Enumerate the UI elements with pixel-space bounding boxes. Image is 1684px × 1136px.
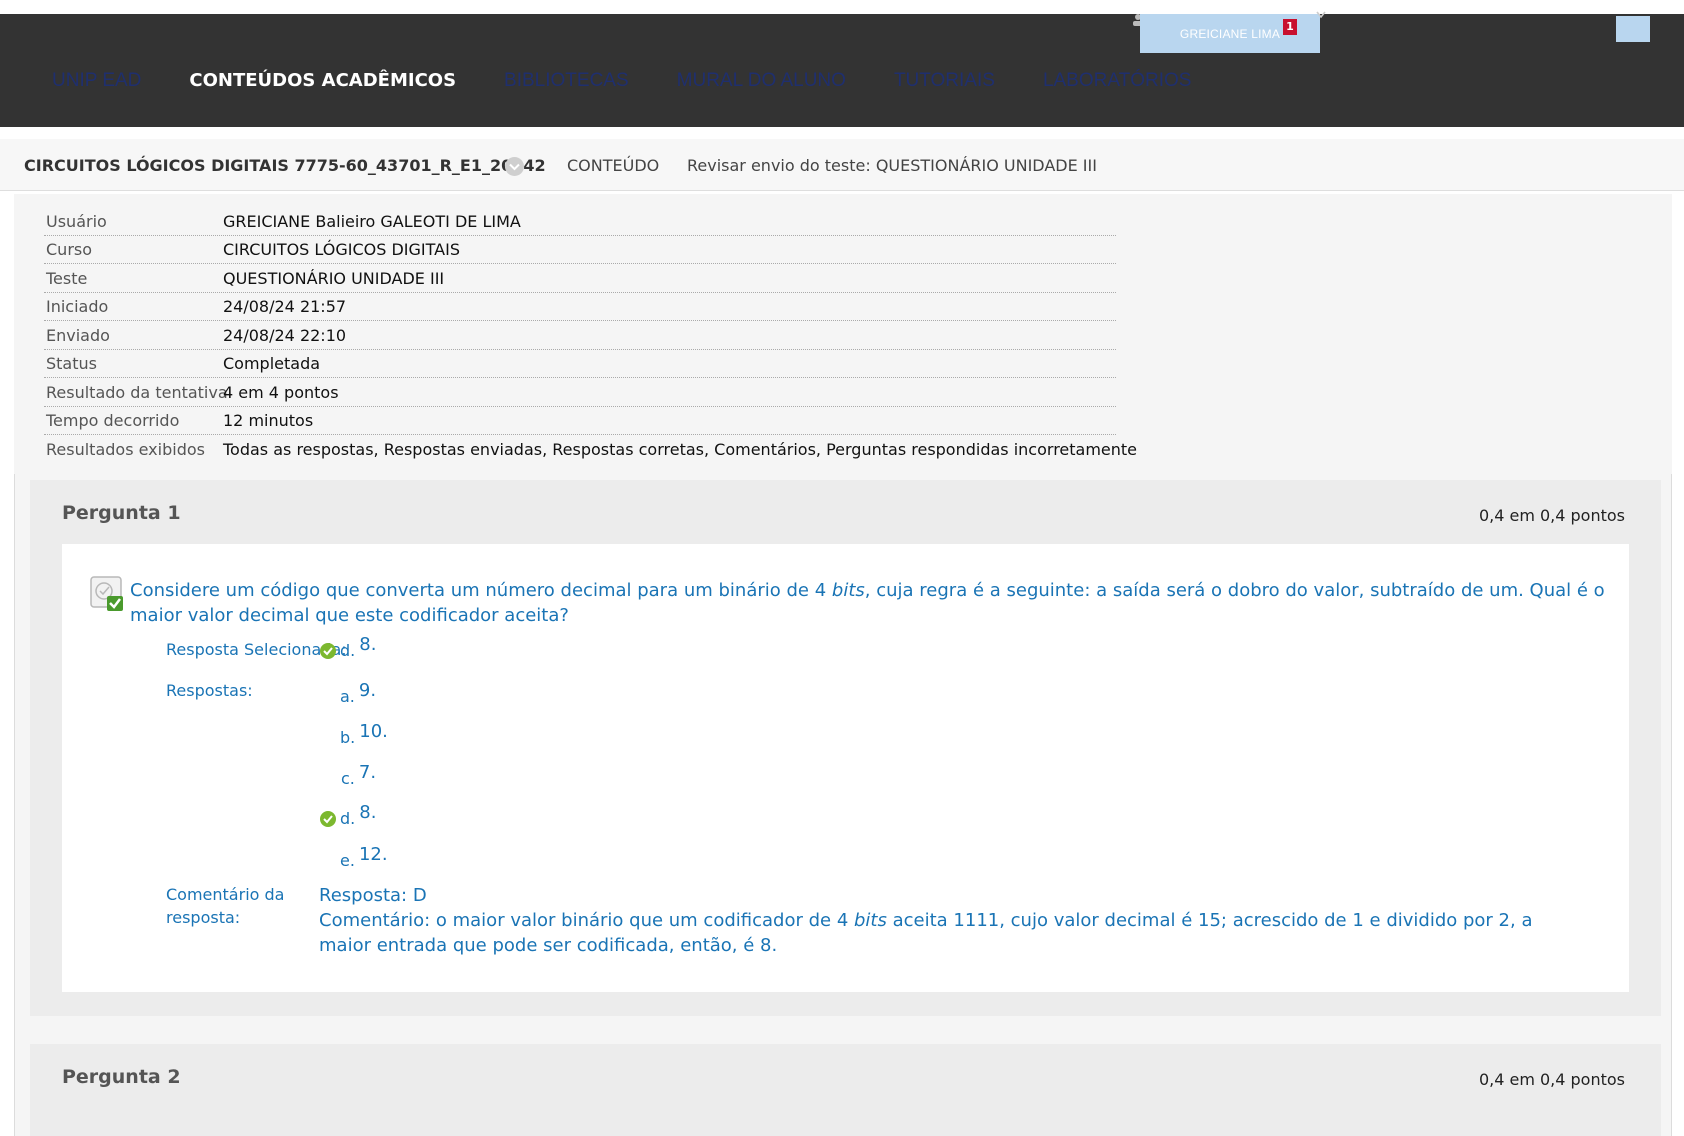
comment-label-cont: resposta: xyxy=(166,908,241,927)
notification-badge[interactable]: 1 xyxy=(1283,19,1297,35)
question-title: Pergunta 1 xyxy=(62,502,181,524)
corner-button[interactable] xyxy=(1616,16,1650,42)
info-label: Status xyxy=(46,354,97,373)
answer-option-c: c. 7. xyxy=(341,762,376,789)
check-circle-icon xyxy=(320,643,336,659)
comment-answer: Resposta: D xyxy=(319,885,427,906)
answer-option-b: b. 10. xyxy=(340,721,388,748)
info-value: QUESTIONÁRIO UNIDADE III xyxy=(223,269,445,288)
answer-option-a: a. 9. xyxy=(340,680,376,707)
answer-letter: a. xyxy=(340,687,355,706)
info-value: Todas as respostas, Respostas enviadas, … xyxy=(223,440,1138,459)
answer-text: 10. xyxy=(359,721,388,742)
attempt-info-table: Usuário GREICIANE Balieiro GALEOTI DE LI… xyxy=(14,194,1672,474)
selected-answer: d. 8. xyxy=(320,634,376,661)
question-points: 0,4 em 0,4 pontos xyxy=(1478,1070,1625,1089)
info-row-teste: Teste QUESTIONÁRIO UNIDADE III xyxy=(44,265,1116,293)
question-2-panel: Pergunta 2 0,4 em 0,4 pontos xyxy=(30,1044,1661,1136)
check-circle-icon xyxy=(320,811,336,827)
answer-letter: b. xyxy=(340,728,356,747)
user-name: GREICIANE LIMA xyxy=(1179,26,1281,41)
info-label: Resultados exibidos xyxy=(46,440,205,459)
info-row-status: Status Completada xyxy=(44,350,1116,378)
answer-text: 12. xyxy=(358,844,388,865)
info-row-resultados-exibidos: Resultados exibidos Todas as respostas, … xyxy=(44,436,1137,464)
chevron-down-icon[interactable] xyxy=(1316,10,1326,20)
info-row-usuario: Usuário GREICIANE Balieiro GALEOTI DE LI… xyxy=(44,208,1116,236)
answer-letter: e. xyxy=(340,851,355,870)
top-strip xyxy=(0,0,1684,14)
info-row-resultado: Resultado da tentativa 4 em 4 pontos xyxy=(44,379,1116,407)
answer-letter: c. xyxy=(341,769,355,788)
info-row-tempo: Tempo decorrido 12 minutos xyxy=(44,407,1116,435)
tab-conteudos-academicos[interactable]: CONTEÚDOS ACADÊMICOS xyxy=(189,70,456,92)
info-value: GREICIANE Balieiro GALEOTI DE LIMA xyxy=(223,212,521,231)
answer-letter: d. xyxy=(340,641,356,660)
info-label: Iniciado xyxy=(46,297,109,316)
breadcrumb-section[interactable]: CONTEÚDO xyxy=(567,156,659,175)
top-navigation-bar: UNIP EAD CONTEÚDOS ACADÊMICOS BIBLIOTECA… xyxy=(0,14,1684,127)
answer-text: 8. xyxy=(359,634,377,655)
info-label: Tempo decorrido xyxy=(46,411,180,430)
tab-tutoriais[interactable]: TUTORIAIS xyxy=(894,70,995,92)
breadcrumb-current-page: Revisar envio do teste: QUESTIONÁRIO UNI… xyxy=(687,156,1097,175)
answer-option-d: d. 8. xyxy=(320,802,376,829)
answers-label: Respostas: xyxy=(166,681,253,700)
info-value: 24/08/24 22:10 xyxy=(223,326,347,345)
breadcrumb-course[interactable]: CIRCUITOS LÓGICOS DIGITAIS 7775-60_43701… xyxy=(24,156,546,175)
info-row-enviado: Enviado 24/08/24 22:10 xyxy=(44,322,1116,350)
tab-laboratorios[interactable]: LABORATÓRIOS xyxy=(1043,70,1192,92)
info-label: Teste xyxy=(46,269,88,288)
info-label: Enviado xyxy=(46,326,110,345)
question-1-panel: Pergunta 1 0,4 em 0,4 pontos Considere u… xyxy=(30,480,1661,1016)
answer-text: 8. xyxy=(359,802,377,823)
answer-text: 9. xyxy=(358,680,377,701)
question-title: Pergunta 2 xyxy=(62,1066,181,1088)
tab-bibliotecas[interactable]: BIBLIOTECAS xyxy=(504,70,629,92)
answer-text: 7. xyxy=(358,762,377,783)
info-label: Usuário xyxy=(46,212,107,231)
info-label: Curso xyxy=(46,240,93,259)
user-menu-button[interactable]: GREICIANE LIMA 1 xyxy=(1140,14,1320,53)
main-tabs: UNIP EAD CONTEÚDOS ACADÊMICOS BIBLIOTECA… xyxy=(52,70,1239,92)
info-value: CIRCUITOS LÓGICOS DIGITAIS xyxy=(223,240,460,259)
info-row-curso: Curso CIRCUITOS LÓGICOS DIGITAIS xyxy=(44,236,1116,264)
info-value: 24/08/24 21:57 xyxy=(223,297,347,316)
question-points: 0,4 em 0,4 pontos xyxy=(1478,506,1625,525)
question-text: Considere um código que converta um núme… xyxy=(130,580,1605,626)
answer-option-e: e. 12. xyxy=(340,844,388,871)
info-value: 4 em 4 pontos xyxy=(223,383,339,402)
tab-mural-do-aluno[interactable]: MURAL DO ALUNO xyxy=(677,70,846,92)
tab-unip-ead[interactable]: UNIP EAD xyxy=(52,70,141,92)
info-value: 12 minutos xyxy=(223,411,314,430)
question-correct-icon xyxy=(90,576,123,611)
chevron-down-icon[interactable] xyxy=(505,157,524,176)
question-body: Considere um código que converta um núme… xyxy=(62,544,1629,992)
answer-letter: d. xyxy=(340,809,356,828)
info-row-iniciado: Iniciado 24/08/24 21:57 xyxy=(44,293,1116,321)
info-label: Resultado da tentativa xyxy=(46,383,228,402)
info-value: Completada xyxy=(223,354,321,373)
comment-text: Comentário: o maior valor binário que um… xyxy=(319,910,1533,956)
comment-label: Comentário da xyxy=(166,885,285,904)
